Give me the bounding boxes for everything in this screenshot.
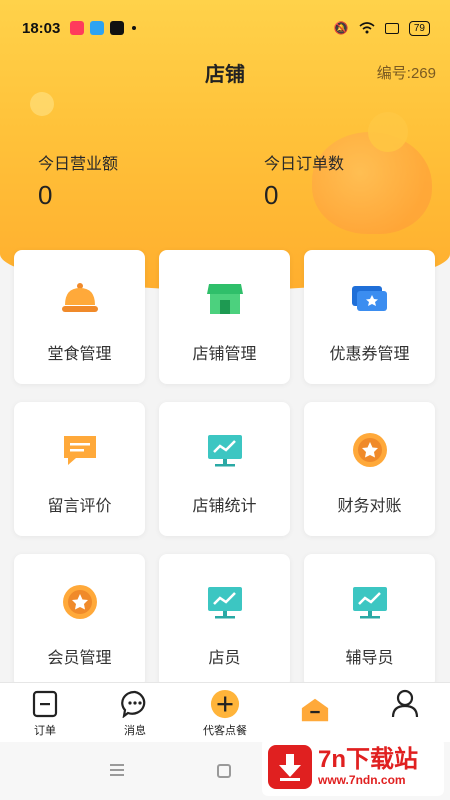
battery-icon: 79	[408, 20, 430, 36]
tab-messages[interactable]: 消息	[90, 683, 180, 742]
notification-app-icon	[70, 21, 85, 35]
menu-label: 留言评价	[47, 498, 112, 515]
chart-board-icon	[205, 582, 245, 622]
menu-coupon-management[interactable]: 优惠券管理	[304, 250, 435, 384]
today-orders-value: 0	[264, 180, 279, 210]
home-button[interactable]	[217, 764, 231, 778]
tab-profile[interactable]	[360, 683, 450, 742]
user-icon	[390, 689, 420, 719]
menu-dine-in[interactable]: 堂食管理	[14, 250, 145, 384]
notification-app-icon	[90, 21, 105, 35]
order-icon	[30, 689, 60, 719]
chart-board-icon	[350, 582, 390, 622]
watermark-url: www.7ndn.com	[318, 773, 406, 787]
watermark-title: 7n下载站	[318, 746, 419, 773]
download-arrow-icon	[268, 745, 312, 789]
function-grid: 堂食管理 店铺管理 优惠券管理 留言评价 店铺统计 财务对账 会员管理 店员 辅…	[14, 250, 436, 688]
star-medal-icon	[60, 582, 100, 622]
chat-icon	[120, 689, 150, 719]
menu-counselor[interactable]: 辅导员	[304, 554, 435, 688]
wifi-icon	[359, 22, 375, 34]
tab-label: 代客点餐	[203, 725, 247, 737]
today-revenue-label: 今日营业额	[38, 156, 119, 173]
star-medal-icon	[350, 430, 390, 470]
message-icon	[60, 430, 100, 470]
shop-home-icon	[300, 695, 330, 725]
coupon-icon	[350, 278, 390, 318]
today-revenue-stat: 今日营业额 0	[38, 150, 118, 211]
menu-label: 优惠券管理	[329, 346, 410, 363]
menu-shop-statistics[interactable]: 店铺统计	[159, 402, 290, 536]
bottom-tab-bar: 订单 消息 代客点餐	[0, 682, 450, 742]
more-notifications-icon	[132, 26, 137, 30]
menu-finance-reconciliation[interactable]: 财务对账	[304, 402, 435, 536]
mute-icon: 🔕	[333, 21, 349, 35]
recent-apps-button[interactable]	[110, 764, 124, 779]
tiktok-icon	[110, 21, 125, 35]
menu-label: 店员	[208, 650, 241, 667]
shop-number: 编号:269	[376, 65, 436, 82]
menu-label: 店铺管理	[192, 346, 257, 363]
plus-icon	[210, 689, 240, 719]
status-time: 18:03	[22, 19, 61, 37]
menu-label: 辅导员	[345, 650, 394, 667]
chart-board-icon	[205, 430, 245, 470]
menu-label: 店铺统计	[192, 498, 257, 515]
tab-label: 消息	[124, 725, 146, 737]
tab-shop[interactable]	[270, 683, 360, 742]
today-orders-label: 今日订单数	[264, 156, 345, 173]
today-orders-stat: 今日订单数 0	[264, 150, 344, 211]
screen-cast-icon	[384, 22, 399, 34]
menu-staff[interactable]: 店员	[159, 554, 290, 688]
today-revenue-value: 0	[38, 180, 53, 210]
storefront-icon	[205, 278, 245, 318]
watermark: 7n下载站 www.7ndn.com	[262, 738, 444, 796]
menu-label: 会员管理	[47, 650, 112, 667]
menu-label: 堂食管理	[47, 346, 112, 363]
tab-orders[interactable]: 订单	[0, 683, 90, 742]
tab-order-for-customer[interactable]: 代客点餐	[180, 683, 270, 742]
tab-label: 订单	[34, 725, 56, 737]
cloche-icon	[60, 278, 100, 318]
menu-reviews[interactable]: 留言评价	[14, 402, 145, 536]
status-bar: 18:03 🔕 79	[0, 0, 450, 56]
coin-decoration	[26, 88, 58, 120]
menu-member-management[interactable]: 会员管理	[14, 554, 145, 688]
menu-shop-management[interactable]: 店铺管理	[159, 250, 290, 384]
menu-label: 财务对账	[337, 498, 402, 515]
